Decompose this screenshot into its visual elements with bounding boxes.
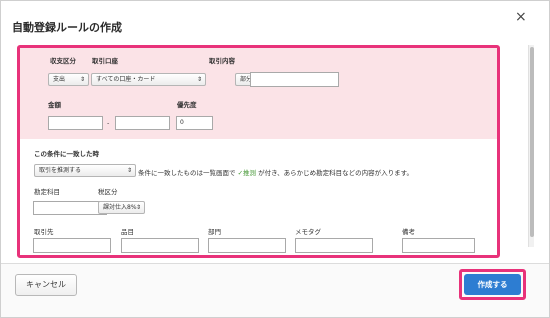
- rule-dialog: 自動登録ルールの作成 × 収支区分 取引口座 取引内容 支出 ⇕ すべての口座・…: [0, 0, 550, 318]
- action-section-title: この条件に一致した時: [34, 150, 99, 158]
- scrollbar[interactable]: [528, 45, 534, 247]
- create-button[interactable]: 作成する: [464, 274, 521, 295]
- dept-input[interactable]: [208, 238, 286, 253]
- dept-label: 部門: [208, 228, 221, 236]
- account-select[interactable]: すべての口座・カード ⇕: [91, 73, 206, 86]
- amount-min-input[interactable]: [48, 116, 103, 130]
- account-item-input[interactable]: [33, 201, 107, 215]
- desc-prefix: 条件に一致したものは一覧画面で: [138, 169, 236, 177]
- highlighted-form-area: 収支区分 取引口座 取引内容 支出 ⇕ すべての口座・カード ⇕ 部分一致 ⇕ …: [17, 45, 500, 258]
- note-label: 備考: [402, 228, 415, 236]
- priority-label: 優先度: [177, 101, 197, 109]
- action-select[interactable]: 取引を推測する ⇕: [34, 164, 136, 177]
- desc-suffix: が付き、あらかじめ勘定科目などの内容が入ります。: [258, 169, 414, 177]
- memo-input[interactable]: [295, 238, 373, 253]
- dialog-title: 自動登録ルールの作成: [12, 21, 122, 34]
- select-arrow-icon: ⇕: [135, 204, 141, 211]
- action-section: この条件に一致した時 取引を推測する ⇕ 条件に一致したものは一覧画面で ✓推測…: [20, 139, 497, 255]
- create-button-highlight: 作成する: [459, 269, 526, 300]
- tax-label: 税区分: [98, 188, 118, 196]
- cancel-button[interactable]: キャンセル: [15, 274, 77, 296]
- partner-input[interactable]: [33, 238, 111, 253]
- note-input[interactable]: [402, 238, 475, 253]
- tax-select[interactable]: 課対仕入8% ⇕: [98, 201, 145, 214]
- action-select-value: 取引を推測する: [39, 167, 82, 174]
- type-label: 収支区分: [50, 57, 76, 65]
- account-label: 取引口座: [92, 57, 118, 65]
- account-item-label: 勘定科目: [34, 188, 60, 196]
- item-label: 品目: [121, 228, 134, 236]
- select-arrow-icon: ⇕: [196, 76, 202, 83]
- amount-label: 金額: [48, 101, 61, 109]
- type-select[interactable]: 支出 ⇕: [48, 73, 89, 86]
- memo-label: メモタグ: [295, 228, 321, 236]
- select-arrow-icon: ⇕: [126, 167, 132, 174]
- priority-input[interactable]: 0: [176, 116, 213, 130]
- content-input[interactable]: [250, 72, 339, 87]
- guess-tag: ✓推測: [237, 169, 257, 177]
- partner-label: 取引先: [34, 228, 54, 236]
- type-select-value: 支出: [53, 76, 66, 83]
- conditions-section: 収支区分 取引口座 取引内容 支出 ⇕ すべての口座・カード ⇕ 部分一致 ⇕ …: [20, 48, 497, 139]
- close-icon[interactable]: ×: [515, 10, 527, 24]
- select-arrow-icon: ⇕: [79, 76, 85, 83]
- tax-select-value: 課対仕入8%: [103, 204, 137, 211]
- content-label: 取引内容: [209, 57, 235, 65]
- amount-max-input[interactable]: [115, 116, 170, 130]
- action-description: 条件に一致したものは一覧画面で ✓推測 が付き、あらかじめ勘定科目などの内容が入…: [138, 167, 413, 177]
- account-select-value: すべての口座・カード: [96, 76, 156, 83]
- item-input[interactable]: [121, 238, 199, 253]
- amount-separator: -: [107, 119, 110, 127]
- scrollbar-thumb[interactable]: [530, 47, 534, 237]
